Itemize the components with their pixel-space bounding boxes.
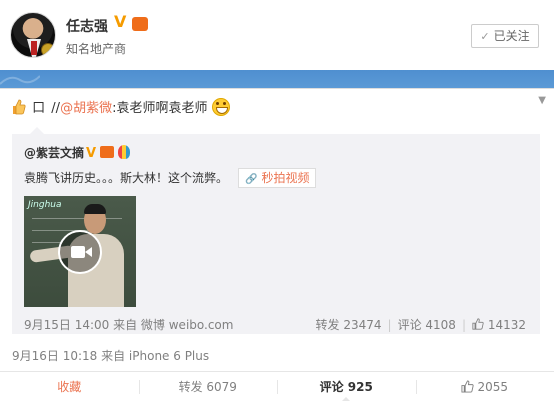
- link-icon: 🔗: [245, 174, 258, 185]
- box-character: 口: [32, 101, 46, 116]
- camera-lens: [85, 247, 92, 257]
- lecturer-hair: [84, 204, 106, 214]
- balloon-icon[interactable]: [118, 145, 131, 159]
- like-icon: [461, 380, 475, 393]
- camera-body: [71, 246, 85, 258]
- verified-icon[interactable]: V: [86, 146, 96, 161]
- repost-button[interactable]: 转发 6079: [138, 372, 278, 401]
- original-user-link[interactable]: @紫芸文摘: [24, 146, 84, 160]
- video-link[interactable]: 🔗 秒拍视频: [238, 168, 317, 188]
- comment-button[interactable]: 评论 925: [277, 372, 416, 401]
- profile-banner: [0, 70, 554, 88]
- followed-label: 已关注: [493, 29, 530, 43]
- chalk-line: [32, 242, 62, 243]
- avatar-tie: [31, 41, 37, 55]
- original-post-box: @紫芸文摘 V 袁腾飞讲历史。。。斯大林！这个流弊。 🔗 秒拍视频 Jinghua 9…: [12, 127, 540, 334]
- original-time-source[interactable]: 9月15日 14:00 来自 微博 weibo.com: [24, 316, 233, 333]
- chalk-line: [32, 218, 122, 219]
- video-thumbnail[interactable]: Jinghua: [24, 196, 136, 307]
- check-icon: ✓: [480, 30, 490, 43]
- post-time-source[interactable]: 9月16日 10:18 来自 iPhone 6 Plus: [12, 347, 209, 364]
- thumbs-up-emoji-icon: [13, 99, 26, 115]
- video-link-label: 秒拍视频: [261, 171, 310, 185]
- chevron-down-icon[interactable]: ▼: [538, 95, 546, 106]
- original-repost-count[interactable]: 转发 23474: [316, 318, 382, 332]
- avatar-pin: [41, 43, 55, 57]
- mention-link[interactable]: @胡紫微: [60, 101, 112, 116]
- avatar[interactable]: [10, 12, 56, 58]
- user-description: 知名地产商: [66, 42, 127, 56]
- original-like-count[interactable]: 14132: [488, 318, 526, 332]
- grin-emoji-icon: [211, 98, 230, 116]
- wave-decoration: [0, 75, 40, 85]
- like-button[interactable]: 2055: [415, 372, 554, 401]
- original-comment-count[interactable]: 评论 4108: [398, 318, 456, 332]
- video-camera-icon[interactable]: [58, 230, 102, 274]
- divider: |: [461, 318, 466, 332]
- collect-button[interactable]: 收藏: [0, 372, 139, 401]
- original-user: @紫芸文摘 V: [24, 144, 131, 161]
- verified-icon[interactable]: V: [114, 14, 130, 30]
- original-text: 袁腾飞讲历史。。。斯大林！这个流弊。 🔗 秒拍视频: [24, 168, 317, 188]
- repost-text-line: 口 //@胡紫微:袁老师啊袁老师: [12, 98, 230, 118]
- original-body: 袁腾飞讲历史。。。斯大林！这个流弊。: [24, 171, 229, 185]
- user-name[interactable]: 任志强: [66, 16, 108, 36]
- repost-separator: //: [51, 101, 61, 116]
- box-arrow: [30, 127, 44, 134]
- original-stats: 转发 23474 | 评论 4108 | 14132: [316, 316, 526, 333]
- profile-header: 任志强 V 知名地产商 ✓ 已关注: [0, 0, 554, 70]
- action-bar: 收藏 转发 6079 评论 925 2055: [0, 371, 554, 401]
- vip-icon[interactable]: [132, 17, 148, 31]
- repost-comment: :袁老师啊袁老师: [112, 101, 208, 116]
- divider: |: [387, 318, 392, 332]
- followed-button[interactable]: ✓ 已关注: [471, 24, 539, 48]
- like-icon[interactable]: [472, 318, 484, 330]
- vip-icon[interactable]: [100, 146, 115, 158]
- like-count: 2055: [477, 380, 509, 394]
- weibo-post: ▼ 口 //@胡紫微:袁老师啊袁老师 @紫芸文摘 V 袁腾飞讲历史。。。斯大林！这…: [0, 88, 554, 401]
- video-logo: Jinghua: [28, 200, 62, 210]
